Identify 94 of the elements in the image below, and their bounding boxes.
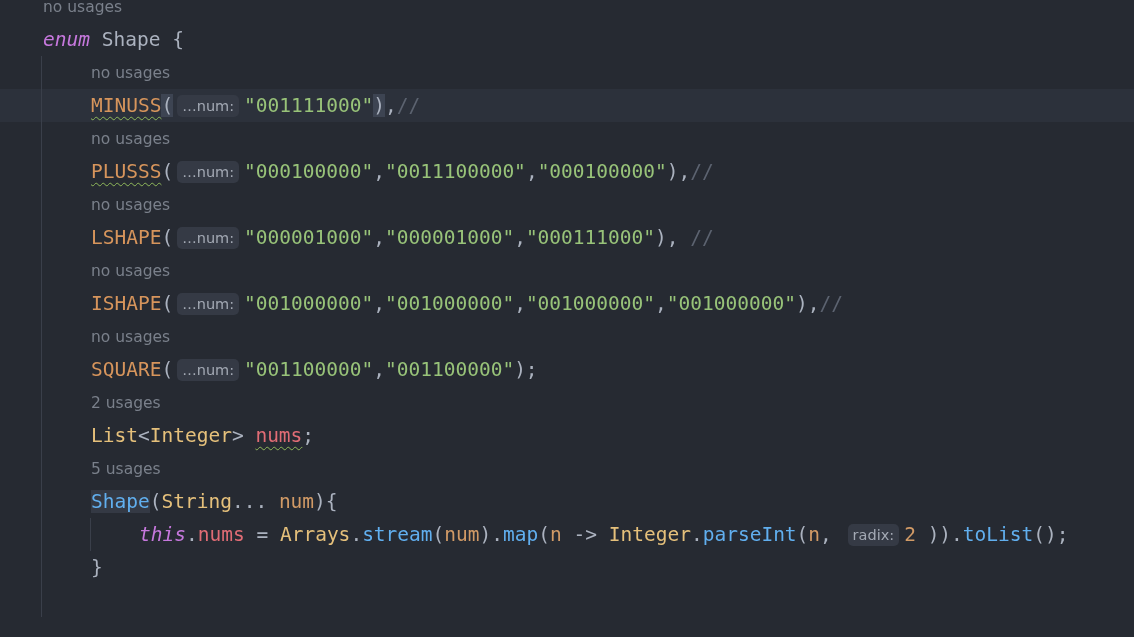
- identifier: n: [808, 523, 821, 546]
- comment: //: [690, 160, 714, 183]
- enum-constant: ISHAPE: [91, 292, 162, 315]
- usages-hint[interactable]: no usages: [91, 129, 171, 148]
- code-text: )).: [926, 523, 963, 546]
- type-name: String: [161, 490, 232, 513]
- usages-hint[interactable]: 5 usages: [91, 459, 161, 478]
- usages-hint[interactable]: no usages: [91, 63, 171, 82]
- enum-constant: SQUARE: [91, 358, 162, 381]
- keyword: enum: [43, 28, 90, 51]
- type-name: Integer: [608, 523, 691, 546]
- code-text: ,: [373, 358, 385, 381]
- string-literal: "000001000": [244, 226, 374, 249]
- string-literal: "0011100000": [385, 160, 526, 183]
- code-text: (: [796, 523, 809, 546]
- string-literal: "001100000": [385, 358, 515, 381]
- type-name: List: [91, 424, 138, 447]
- number-literal: 2: [904, 523, 916, 546]
- code-text: ,: [655, 292, 667, 315]
- identifier: num: [278, 490, 315, 513]
- code-text: ();: [1033, 523, 1069, 546]
- identifier: num: [444, 523, 480, 546]
- usages-hint[interactable]: no usages: [43, 0, 123, 16]
- code-text: ,: [373, 226, 385, 249]
- string-literal: "001000000": [525, 292, 655, 315]
- string-literal: "000111000": [525, 226, 655, 249]
- parameter-hint: radix:: [847, 523, 900, 546]
- keyword: this: [139, 523, 186, 546]
- code-text: (: [538, 523, 551, 546]
- usages-hint[interactable]: no usages: [91, 327, 171, 346]
- usages-hint[interactable]: no usages: [91, 261, 171, 280]
- method-name: Shape: [91, 490, 150, 513]
- string-literal: "001000000": [666, 292, 796, 315]
- comment: //: [819, 292, 843, 315]
- parameter-hint: …num:: [177, 226, 240, 249]
- method-name: toList: [962, 523, 1034, 546]
- code-text: }: [91, 556, 103, 579]
- code-text: ,: [514, 226, 526, 249]
- code-text: ,: [373, 292, 385, 315]
- comment: //: [396, 94, 421, 117]
- parameter-hint: …num:: [177, 160, 240, 183]
- code-text: ),: [666, 160, 691, 183]
- code-text: ).: [479, 523, 504, 546]
- usages-hint[interactable]: no usages: [91, 195, 171, 214]
- code-text: ){: [314, 490, 338, 513]
- parameter-hint: …num:: [177, 94, 240, 117]
- code-text: ,: [820, 523, 833, 546]
- code-text: ...: [231, 490, 269, 513]
- type-name: Integer: [149, 424, 232, 447]
- code-text: Shape {: [100, 28, 184, 51]
- string-literal: "001111000": [244, 94, 374, 117]
- code-text: .: [350, 523, 363, 546]
- usages-hint[interactable]: 2 usages: [91, 393, 161, 412]
- type-name: Arrays: [279, 523, 351, 546]
- identifier: n: [550, 523, 562, 546]
- code-text: (: [161, 160, 174, 183]
- code-text: (: [432, 523, 445, 546]
- code-text: (: [161, 226, 174, 249]
- code-text: .: [690, 523, 703, 546]
- parameter-hint: …num:: [177, 358, 240, 381]
- enum-constant: LSHAPE: [91, 226, 162, 249]
- matched-bracket: ): [373, 94, 385, 117]
- code-text: (: [149, 490, 162, 513]
- code-text: <: [137, 424, 150, 447]
- code-text: ),: [795, 292, 820, 315]
- string-literal: "000001000": [385, 226, 515, 249]
- method-name: stream: [362, 523, 433, 546]
- comment: //: [690, 226, 714, 249]
- parameter-hint: …num:: [177, 292, 240, 315]
- code-text: .: [185, 523, 198, 546]
- code-text: ,: [525, 160, 538, 183]
- string-literal: "001000000": [244, 292, 374, 315]
- enum-constant: MINUSS: [91, 94, 162, 117]
- method-name: map: [503, 523, 539, 546]
- code-text: =: [255, 523, 270, 546]
- string-literal: "001100000": [244, 358, 374, 381]
- code-text: ,: [373, 160, 385, 183]
- code-text: ),: [655, 226, 680, 249]
- string-literal: "000100000": [537, 160, 667, 183]
- code-text: ->: [572, 523, 598, 546]
- string-literal: "000100000": [244, 160, 374, 183]
- field-name: nums: [255, 424, 303, 447]
- method-name: parseInt: [702, 523, 797, 546]
- code-text: ,: [385, 94, 397, 117]
- code-text: ,: [514, 292, 526, 315]
- code-text: ;: [302, 424, 315, 447]
- string-literal: "001000000": [385, 292, 515, 315]
- enum-constant: PLUSSS: [91, 160, 162, 183]
- code-text: );: [514, 358, 538, 381]
- code-text: (: [161, 292, 174, 315]
- code-text: >: [231, 424, 245, 447]
- code-text: (: [161, 358, 174, 381]
- field-name: nums: [197, 523, 245, 546]
- matched-bracket: (: [161, 94, 174, 117]
